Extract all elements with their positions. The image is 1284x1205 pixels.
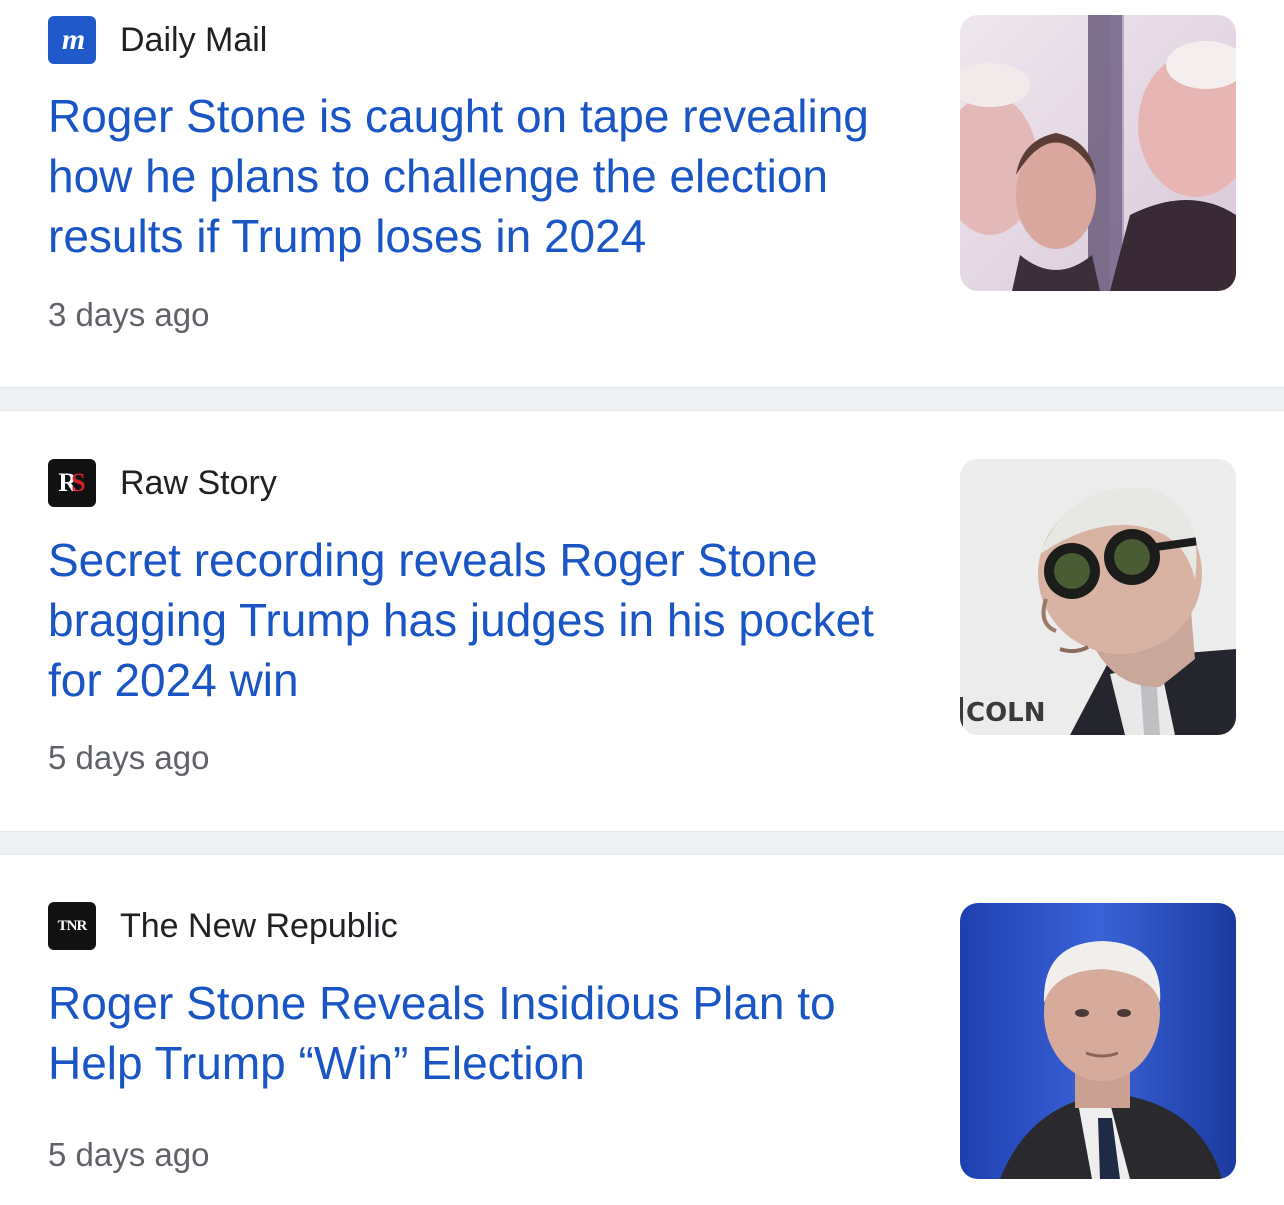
new-republic-logo-icon: TNR	[48, 902, 96, 950]
logo-text: TNR	[57, 917, 88, 934]
logo-text: m	[61, 23, 85, 56]
source-name: The New Republic	[120, 907, 398, 945]
news-feed: m Daily Mail Roger Stone is caught on ta…	[0, 0, 1284, 1205]
card-divider	[0, 387, 1284, 411]
thumbnail-photo-icon: COLN	[960, 459, 1236, 735]
article-headline-link[interactable]: Roger Stone is caught on tape revealing …	[48, 86, 928, 266]
article-timestamp: 5 days ago	[48, 739, 210, 776]
source-row[interactable]: RS Raw Story	[48, 459, 277, 507]
daily-mail-logo-icon: m	[48, 16, 96, 64]
article-headline-link[interactable]: Roger Stone Reveals Insidious Plan to He…	[48, 973, 928, 1093]
news-card[interactable]: RS Raw Story Secret recording reveals Ro…	[0, 411, 1284, 831]
thumbnail-caption: COLN	[966, 698, 1046, 728]
article-thumbnail[interactable]	[960, 15, 1236, 291]
article-headline-link[interactable]: Secret recording reveals Roger Stone bra…	[48, 530, 928, 710]
source-row[interactable]: m Daily Mail	[48, 16, 267, 64]
source-name: Daily Mail	[120, 21, 268, 59]
article-timestamp: 3 days ago	[48, 296, 210, 333]
source-row[interactable]: TNR The New Republic	[48, 902, 398, 950]
thumbnail-photo-icon	[960, 903, 1236, 1179]
card-divider	[0, 831, 1284, 855]
raw-story-logo-icon: RS	[48, 459, 96, 507]
thumbnail-photo-icon	[960, 15, 1236, 291]
article-thumbnail[interactable]: COLN	[960, 459, 1236, 735]
logo-text-accent: S	[71, 468, 86, 497]
source-name: Raw Story	[120, 464, 277, 502]
news-card[interactable]: TNR The New Republic Roger Stone Reveals…	[0, 855, 1284, 1205]
news-card[interactable]: m Daily Mail Roger Stone is caught on ta…	[0, 0, 1284, 387]
article-thumbnail[interactable]	[960, 903, 1236, 1179]
article-timestamp: 5 days ago	[48, 1136, 210, 1173]
